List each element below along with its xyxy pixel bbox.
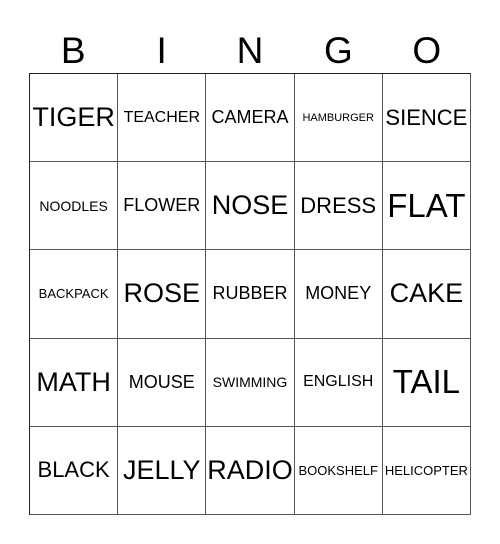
bingo-cell[interactable]: SWIMMING: [206, 338, 295, 427]
bingo-cell[interactable]: BLACK: [30, 426, 119, 515]
bingo-cell[interactable]: ROSE: [118, 250, 207, 339]
bingo-card-grid: TIGER TEACHER CAMERA HAMBURGER SIENCE NO…: [29, 73, 471, 515]
bingo-cell[interactable]: RADIO: [206, 426, 295, 515]
bingo-cell[interactable]: DRESS: [294, 162, 383, 251]
bingo-cell[interactable]: FLOWER: [118, 162, 207, 251]
header-letter-o: O: [412, 30, 442, 71]
bingo-cell[interactable]: NOODLES: [30, 162, 119, 251]
header-letter-b: B: [60, 30, 86, 71]
bingo-cell[interactable]: CAMERA: [206, 74, 295, 163]
bingo-cell[interactable]: ENGLISH: [294, 338, 383, 427]
bingo-cell[interactable]: HAMBURGER: [294, 74, 383, 163]
header-letter-g: G: [324, 30, 353, 71]
bingo-cell[interactable]: TIGER: [30, 74, 119, 163]
bingo-cell[interactable]: CAKE: [382, 250, 471, 339]
bingo-cell[interactable]: SIENCE: [382, 74, 471, 163]
bingo-cell[interactable]: TEACHER: [118, 74, 207, 163]
bingo-cell[interactable]: BOOKSHELF: [294, 426, 383, 515]
bingo-cell[interactable]: JELLY: [118, 426, 207, 515]
bingo-cell[interactable]: MOUSE: [118, 338, 207, 427]
bingo-cell[interactable]: MATH: [30, 338, 119, 427]
bingo-cell[interactable]: FLAT: [382, 162, 471, 251]
bingo-cell[interactable]: TAIL: [382, 338, 471, 427]
header-letter-i: I: [156, 30, 167, 71]
header-letter-n: N: [236, 30, 264, 71]
bingo-cell[interactable]: RUBBER: [206, 250, 295, 339]
bingo-cell[interactable]: MONEY: [294, 250, 383, 339]
bingo-header: B I N G O: [29, 28, 471, 73]
bingo-cell[interactable]: HELICOPTER: [382, 426, 471, 515]
bingo-cell[interactable]: BACKPACK: [30, 250, 119, 339]
bingo-cell[interactable]: NOSE: [206, 162, 295, 251]
